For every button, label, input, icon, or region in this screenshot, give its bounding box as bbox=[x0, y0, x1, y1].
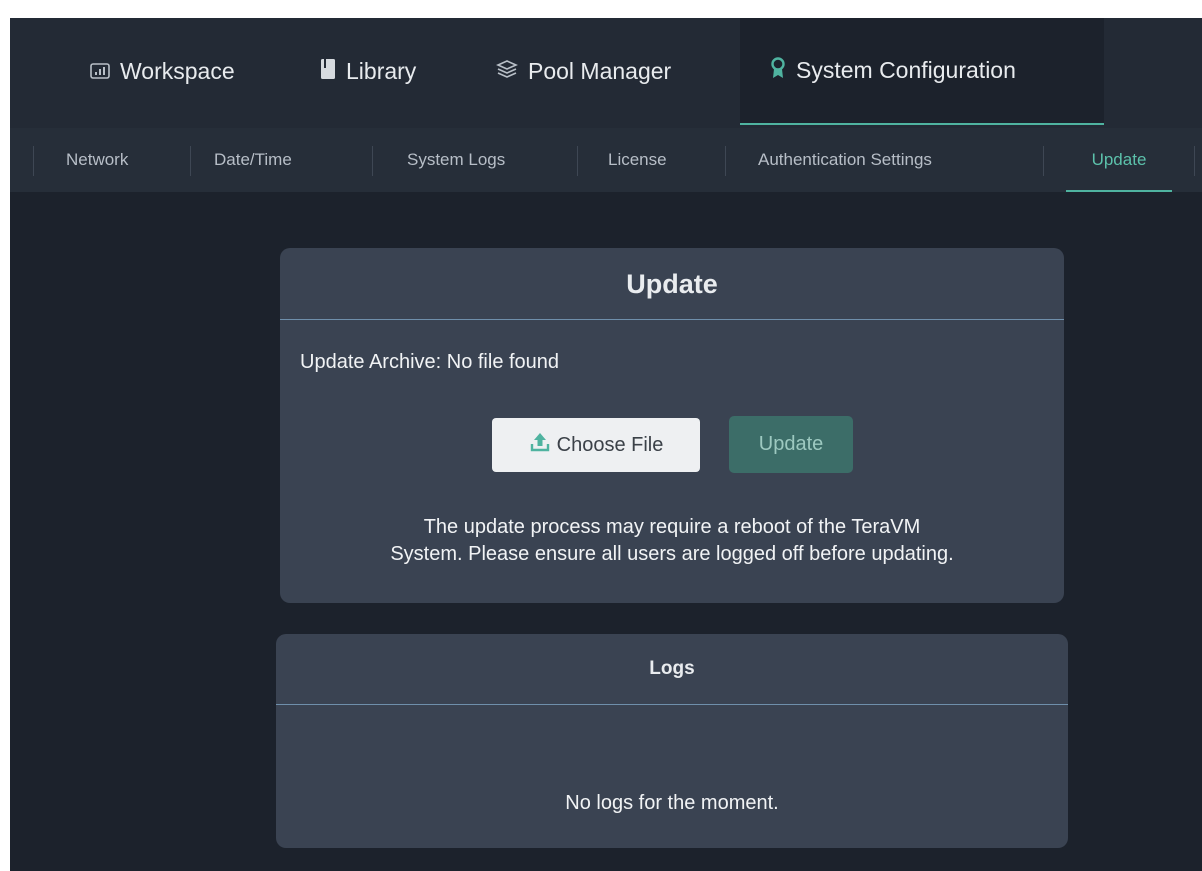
tab-authentication-settings[interactable]: Authentication Settings bbox=[758, 128, 932, 192]
tab-license[interactable]: License bbox=[608, 128, 667, 192]
tab-system-logs[interactable]: System Logs bbox=[407, 128, 505, 192]
choose-file-button[interactable]: Choose File bbox=[492, 418, 700, 472]
choose-file-label: Choose File bbox=[556, 433, 664, 456]
tab-divider bbox=[1194, 146, 1195, 176]
nav-item-label: Library bbox=[346, 58, 417, 84]
top-navigation: Workspace Library Pool Manager System Co… bbox=[10, 18, 1202, 128]
sub-navigation: Network Date/Time System Logs License Au… bbox=[10, 128, 1202, 192]
tab-divider bbox=[725, 146, 726, 176]
tab-date-time[interactable]: Date/Time bbox=[214, 128, 292, 192]
logs-panel-title: Logs bbox=[649, 658, 695, 679]
tab-divider bbox=[33, 146, 34, 176]
nav-item-library[interactable]: Library bbox=[320, 18, 416, 125]
book-icon bbox=[320, 58, 336, 86]
panel-divider bbox=[276, 704, 1068, 705]
nav-item-system-configuration[interactable]: System Configuration bbox=[740, 18, 1104, 125]
tab-update[interactable]: Update bbox=[1066, 128, 1172, 192]
update-notice: The update process may require a reboot … bbox=[390, 516, 954, 565]
update-panel: Update Update Archive: No file found Cho… bbox=[280, 248, 1064, 603]
update-archive-status: Update Archive: No file found bbox=[300, 351, 560, 373]
award-icon bbox=[770, 56, 786, 85]
update-button[interactable]: Update bbox=[729, 416, 853, 473]
app-window: Workspace Library Pool Manager System Co… bbox=[10, 18, 1202, 871]
tab-network[interactable]: Network bbox=[66, 128, 128, 192]
logs-empty-message: No logs for the moment. bbox=[565, 792, 779, 814]
nav-item-pool-manager[interactable]: Pool Manager bbox=[496, 18, 671, 125]
tab-divider bbox=[372, 146, 373, 176]
layers-icon bbox=[496, 58, 518, 85]
upload-icon bbox=[529, 431, 551, 459]
chart-icon bbox=[90, 58, 110, 85]
nav-item-workspace[interactable]: Workspace bbox=[90, 18, 235, 125]
panel-divider bbox=[280, 319, 1064, 320]
nav-item-label: System Configuration bbox=[796, 57, 1016, 83]
logs-panel: Logs No logs for the moment. bbox=[276, 634, 1068, 848]
tab-divider bbox=[1043, 146, 1044, 176]
nav-item-label: Pool Manager bbox=[528, 58, 672, 84]
tab-divider bbox=[190, 146, 191, 176]
update-panel-title: Update bbox=[626, 269, 718, 299]
tab-divider bbox=[577, 146, 578, 176]
nav-item-label: Workspace bbox=[120, 58, 235, 84]
